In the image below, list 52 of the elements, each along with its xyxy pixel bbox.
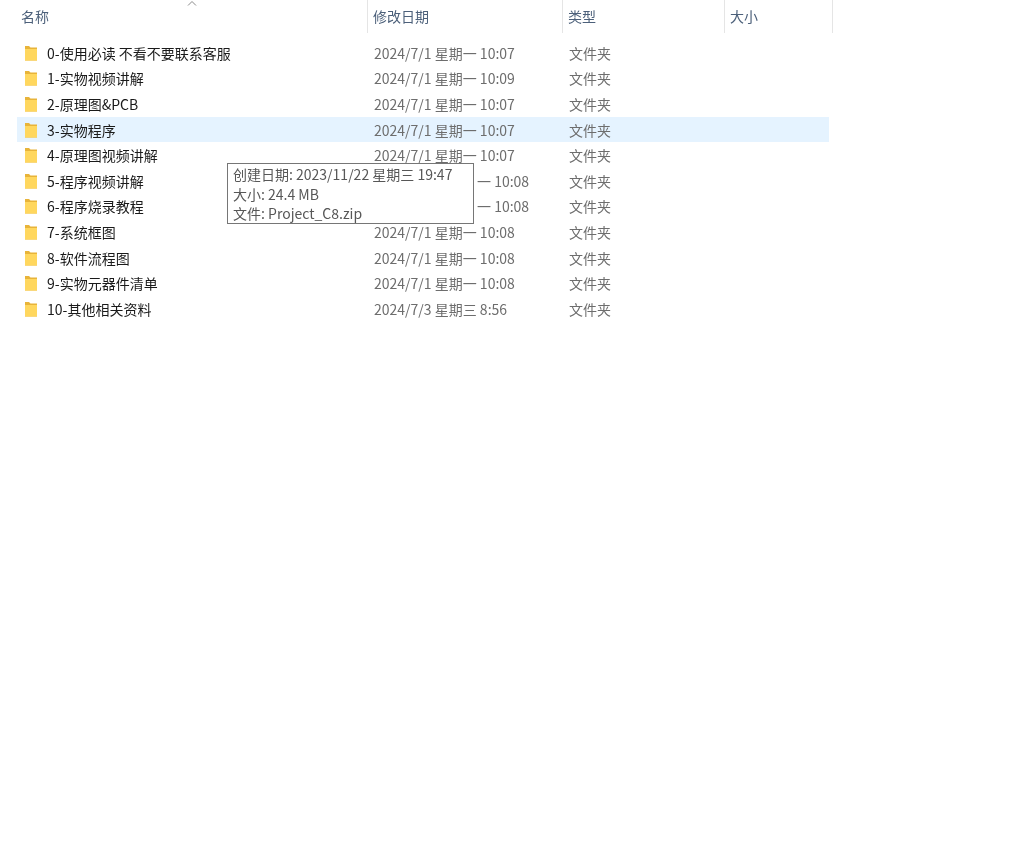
folder-icon (24, 249, 38, 266)
column-header[interactable]: 大小 (725, 0, 833, 33)
modified-date: 2024/7/1 星期一 10:07 (374, 145, 515, 166)
tooltip-line: 文件: Project_C8.zip (233, 204, 364, 224)
folder-icon (24, 223, 38, 240)
folder-icon (24, 172, 38, 189)
modified-date: 2024/7/1 星期一 10:07 (374, 119, 515, 140)
modified-date: 2024/7/1 星期一 10:09 (374, 68, 515, 89)
modified-date: 2024/7/1 星期一 10:08 (374, 221, 515, 242)
file-name: 6-程序烧录教程 (47, 196, 144, 217)
column-header[interactable]: 修改日期 (368, 0, 563, 33)
file-type: 文件夹 (568, 145, 612, 166)
modified-date: 一 10:08 (477, 170, 530, 191)
folder-icon (24, 300, 38, 317)
folder-icon (24, 70, 38, 87)
file-type: 文件夹 (568, 221, 612, 242)
modified-date: 2024/7/1 星期一 10:07 (374, 94, 515, 114)
folder-icon (24, 147, 38, 164)
file-name: 3-实物程序 (47, 119, 116, 140)
file-type: 文件夹 (568, 247, 612, 268)
file-type: 文件夹 (568, 119, 612, 140)
file-type: 文件夹 (568, 196, 612, 217)
file-type: 文件夹 (568, 94, 612, 114)
folder-icon (24, 96, 38, 112)
file-name: 10-其他相关资料 (47, 298, 152, 319)
column-header[interactable]: 类型 (563, 0, 725, 33)
file-name: 8-软件流程图 (47, 247, 130, 268)
modified-date: 2024/7/3 星期三 8:56 (374, 298, 508, 319)
row-highlight[interactable]: 3-实物程序 2024/7/1 星期一 10:07 文件夹 (17, 116, 829, 143)
file-name: 4-原理图视频讲解 (47, 145, 158, 166)
column-header[interactable]: 名称 (16, 0, 368, 33)
file-name: 0-使用必读 不看不要联系客服 (47, 42, 231, 63)
file-name: 1-实物视频讲解 (47, 68, 144, 89)
modified-date: 一 10:08 (477, 196, 530, 217)
file-type: 文件夹 (568, 298, 612, 319)
file-name: 5-程序视频讲解 (47, 170, 144, 191)
tooltip-line: 大小: 24.4 MB (233, 184, 320, 204)
folder-icon (24, 121, 38, 138)
file-name: 2-原理图&PCB (47, 94, 139, 114)
file-type: 文件夹 (568, 273, 612, 294)
folder-icon (24, 44, 38, 61)
file-type: 文件夹 (568, 68, 612, 89)
modified-date: 2024/7/1 星期一 10:08 (374, 247, 515, 268)
modified-date: 2024/7/1 星期一 10:07 (374, 42, 515, 63)
folder-icon (24, 275, 38, 292)
file-name: 7-系统框图 (47, 221, 116, 242)
file-name: 9-实物元器件清单 (47, 273, 158, 294)
modified-date: 2024/7/1 星期一 10:08 (374, 273, 515, 294)
file-type: 文件夹 (568, 170, 612, 191)
folder-icon (24, 198, 38, 215)
file-type: 文件夹 (568, 42, 612, 63)
tooltip-line: 创建日期: 2023/11/22 星期三 19:47 (233, 165, 454, 185)
